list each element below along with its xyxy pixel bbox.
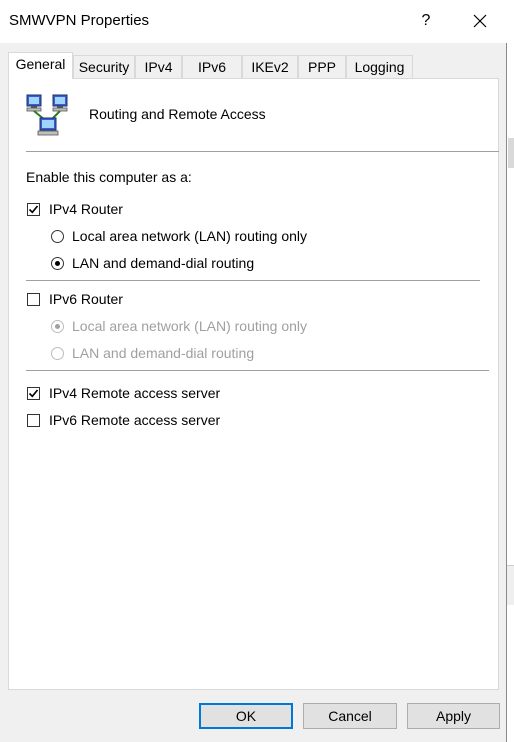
- ipv6-demand-dial-radio: [51, 347, 64, 360]
- close-icon: [473, 14, 487, 28]
- tab-ppp[interactable]: PPP: [298, 55, 346, 78]
- ipv6-router-checkbox[interactable]: [27, 293, 40, 306]
- ipv4-remote-access-label[interactable]: IPv4 Remote access server: [49, 385, 220, 401]
- ipv4-demand-dial-radio[interactable]: [51, 257, 64, 270]
- tab-ipv4[interactable]: IPv4: [135, 55, 182, 78]
- ipv4-demand-dial-label[interactable]: LAN and demand-dial routing: [72, 255, 254, 271]
- divider: [26, 151, 499, 152]
- tab-strip: General Security IPv4 IPv6 IKEv2 PPP Log…: [8, 52, 508, 79]
- panel-heading: Routing and Remote Access: [89, 106, 266, 122]
- tab-logging[interactable]: Logging: [346, 55, 413, 78]
- ipv4-lan-only-label[interactable]: Local area network (LAN) routing only: [72, 228, 307, 244]
- tab-security[interactable]: Security: [73, 55, 135, 78]
- ipv4-lan-only-radio[interactable]: [51, 230, 64, 243]
- ipv4-router-label[interactable]: IPv4 Router: [49, 201, 123, 217]
- ipv6-lan-only-label: Local area network (LAN) routing only: [72, 318, 308, 334]
- ipv4-router-checkbox[interactable]: [27, 203, 40, 216]
- properties-dialog: SMWVPN Properties ? General Security IPv…: [0, 0, 507, 742]
- checkmark-icon: [28, 389, 39, 398]
- title-bar: SMWVPN Properties ?: [0, 0, 507, 43]
- divider: [26, 280, 480, 281]
- window-title: SMWVPN Properties: [9, 12, 150, 29]
- ok-button[interactable]: OK: [199, 703, 293, 729]
- ipv6-remote-access-checkbox[interactable]: [27, 414, 40, 427]
- cancel-button[interactable]: Cancel: [303, 703, 397, 729]
- ipv6-router-label[interactable]: IPv6 Router: [49, 291, 123, 307]
- apply-button[interactable]: Apply: [407, 703, 500, 729]
- checkmark-icon: [28, 205, 39, 214]
- tab-ipv6[interactable]: IPv6: [182, 55, 242, 78]
- divider: [26, 370, 489, 371]
- help-button[interactable]: ?: [415, 9, 437, 33]
- ipv6-demand-dial-label: LAN and demand-dial routing: [72, 345, 255, 361]
- tab-general[interactable]: General: [8, 52, 73, 79]
- general-tab-panel: Routing and Remote Access Enable this co…: [8, 78, 499, 690]
- background-window-edge: [507, 0, 514, 742]
- network-computers-icon: [25, 94, 71, 136]
- ipv6-lan-only-radio: [51, 320, 64, 333]
- ipv4-remote-access-checkbox[interactable]: [27, 387, 40, 400]
- ipv6-remote-access-label[interactable]: IPv6 Remote access server: [49, 412, 220, 428]
- enable-label: Enable this computer as a:: [26, 169, 192, 185]
- tab-ikev2[interactable]: IKEv2: [242, 55, 298, 78]
- close-button[interactable]: [464, 8, 496, 34]
